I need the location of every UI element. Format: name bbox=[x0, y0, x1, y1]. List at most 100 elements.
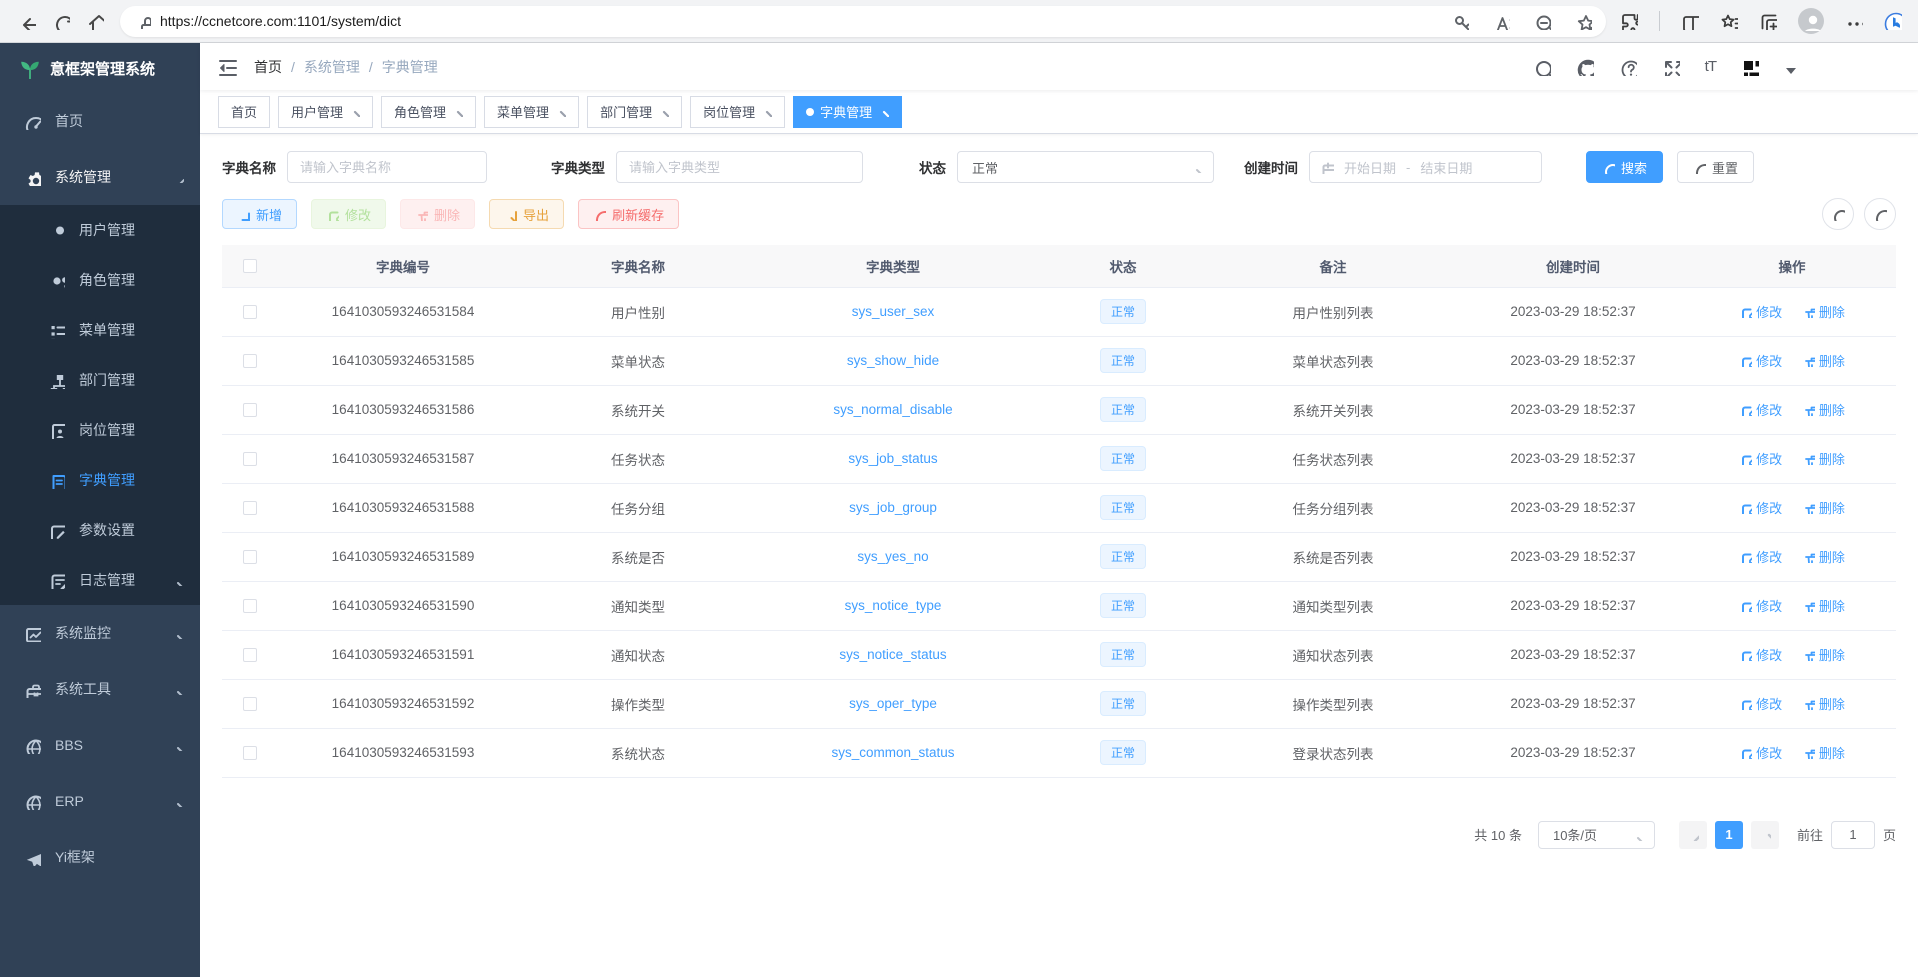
dict-type-link[interactable]: sys_job_status bbox=[848, 451, 937, 466]
prev-page-button[interactable] bbox=[1679, 821, 1707, 849]
tab-role-mgmt[interactable]: 角色管理 bbox=[381, 96, 476, 128]
dict-type-link[interactable]: sys_job_group bbox=[849, 500, 937, 515]
sidebar-item-system-mgmt[interactable]: 系统管理 bbox=[0, 149, 200, 205]
row-delete-link[interactable]: 删除 bbox=[1802, 547, 1845, 566]
github-icon[interactable] bbox=[1576, 58, 1594, 76]
sidebar-item-log-mgmt[interactable]: 日志管理 bbox=[0, 555, 200, 605]
dict-type-link[interactable]: sys_common_status bbox=[831, 745, 954, 760]
delete-button-disabled[interactable]: 删除 bbox=[400, 199, 475, 229]
row-checkbox[interactable] bbox=[243, 599, 257, 613]
edit-button-disabled[interactable]: 修改 bbox=[311, 199, 386, 229]
browser-refresh-button[interactable] bbox=[44, 4, 78, 38]
bing-chat-icon[interactable] bbox=[1884, 12, 1902, 30]
avatar-caret-down-icon[interactable] bbox=[1786, 68, 1796, 74]
browser-home-button[interactable] bbox=[78, 4, 112, 38]
font-size-icon[interactable]: tT bbox=[1705, 58, 1716, 75]
user-avatar-logo[interactable] bbox=[1741, 58, 1759, 76]
row-delete-link[interactable]: 删除 bbox=[1802, 645, 1845, 664]
browser-menu-ellipsis-icon[interactable] bbox=[1845, 12, 1863, 30]
row-checkbox[interactable] bbox=[243, 403, 257, 417]
row-edit-link[interactable]: 修改 bbox=[1739, 547, 1782, 566]
row-checkbox[interactable] bbox=[243, 501, 257, 515]
zoom-out-icon[interactable] bbox=[1534, 13, 1551, 30]
row-delete-link[interactable]: 删除 bbox=[1802, 694, 1845, 713]
row-delete-link[interactable]: 删除 bbox=[1802, 743, 1845, 762]
sidebar-item-user-mgmt[interactable]: 用户管理 bbox=[0, 205, 200, 255]
dict-type-link[interactable]: sys_yes_no bbox=[857, 549, 928, 564]
sidebar-item-home[interactable]: 首页 bbox=[0, 93, 200, 149]
goto-page-input[interactable] bbox=[1831, 821, 1875, 849]
sidebar-item-system-tools[interactable]: 系统工具 bbox=[0, 661, 200, 717]
help-icon[interactable] bbox=[1619, 58, 1637, 76]
row-edit-link[interactable]: 修改 bbox=[1739, 449, 1782, 468]
address-bar[interactable]: https://ccnetcore.com:1101/system/dict bbox=[120, 6, 1606, 37]
row-edit-link[interactable]: 修改 bbox=[1739, 498, 1782, 517]
row-edit-link[interactable]: 修改 bbox=[1739, 743, 1782, 762]
fullscreen-icon[interactable] bbox=[1662, 58, 1680, 76]
row-checkbox[interactable] bbox=[243, 746, 257, 760]
row-checkbox[interactable] bbox=[243, 550, 257, 564]
row-checkbox[interactable] bbox=[243, 354, 257, 368]
sidebar-item-dict-mgmt[interactable]: 字典管理 bbox=[0, 455, 200, 505]
refresh-table-button[interactable] bbox=[1864, 198, 1896, 230]
dict-type-link[interactable]: sys_oper_type bbox=[849, 696, 937, 711]
row-edit-link[interactable]: 修改 bbox=[1739, 302, 1782, 321]
dict-type-link[interactable]: sys_user_sex bbox=[852, 304, 935, 319]
sidebar-item-yi-framework[interactable]: Yi框架 bbox=[0, 829, 200, 885]
tab-user-mgmt[interactable]: 用户管理 bbox=[278, 96, 373, 128]
dict-name-input[interactable] bbox=[287, 151, 487, 183]
row-delete-link[interactable]: 删除 bbox=[1802, 302, 1845, 321]
row-delete-link[interactable]: 删除 bbox=[1802, 449, 1845, 468]
tab-menu-mgmt[interactable]: 菜单管理 bbox=[484, 96, 579, 128]
sidebar-item-role-mgmt[interactable]: 角色管理 bbox=[0, 255, 200, 305]
sidebar-collapse-icon[interactable] bbox=[216, 56, 238, 78]
sidebar-item-menu-mgmt[interactable]: 菜单管理 bbox=[0, 305, 200, 355]
header-search-icon[interactable] bbox=[1533, 58, 1551, 76]
search-button[interactable]: 搜索 bbox=[1586, 151, 1663, 183]
sidebar-item-param-settings[interactable]: 参数设置 bbox=[0, 505, 200, 555]
password-key-icon[interactable] bbox=[1452, 13, 1469, 30]
row-delete-link[interactable]: 删除 bbox=[1802, 400, 1845, 419]
row-checkbox[interactable] bbox=[243, 697, 257, 711]
row-delete-link[interactable]: 删除 bbox=[1802, 596, 1845, 615]
sidebar-item-dept-mgmt[interactable]: 部门管理 bbox=[0, 355, 200, 405]
extensions-icon[interactable] bbox=[1620, 12, 1638, 30]
select-all-checkbox[interactable] bbox=[243, 259, 257, 273]
row-edit-link[interactable]: 修改 bbox=[1739, 351, 1782, 370]
row-edit-link[interactable]: 修改 bbox=[1739, 645, 1782, 664]
tab-post-mgmt[interactable]: 岗位管理 bbox=[690, 96, 785, 128]
close-icon[interactable] bbox=[878, 106, 889, 117]
app-logo[interactable]: 意框架管理系统 bbox=[0, 43, 200, 93]
close-icon[interactable] bbox=[658, 106, 669, 117]
toggle-search-button[interactable] bbox=[1822, 198, 1854, 230]
collections-icon[interactable] bbox=[1759, 12, 1777, 30]
row-checkbox[interactable] bbox=[243, 305, 257, 319]
tab-dept-mgmt[interactable]: 部门管理 bbox=[587, 96, 682, 128]
dict-type-link[interactable]: sys_show_hide bbox=[847, 353, 939, 368]
export-button[interactable]: 导出 bbox=[489, 199, 564, 229]
row-delete-link[interactable]: 删除 bbox=[1802, 351, 1845, 370]
sidebar-item-system-monitor[interactable]: 系统监控 bbox=[0, 605, 200, 661]
url-text[interactable]: https://ccnetcore.com:1101/system/dict bbox=[160, 13, 401, 29]
breadcrumb-home[interactable]: 首页 bbox=[254, 57, 282, 77]
close-icon[interactable] bbox=[761, 106, 772, 117]
split-screen-icon[interactable] bbox=[1681, 12, 1699, 30]
sidebar-item-post-mgmt[interactable]: 岗位管理 bbox=[0, 405, 200, 455]
reset-button[interactable]: 重置 bbox=[1677, 151, 1754, 183]
add-button[interactable]: 新增 bbox=[222, 199, 297, 229]
sidebar-item-bbs[interactable]: BBS bbox=[0, 717, 200, 773]
page-size-select[interactable]: 10条/页 bbox=[1538, 821, 1655, 849]
page-number-1[interactable]: 1 bbox=[1715, 821, 1743, 849]
dict-type-link[interactable]: sys_notice_status bbox=[839, 647, 946, 662]
browser-back-button[interactable] bbox=[10, 4, 44, 38]
browser-profile-avatar[interactable] bbox=[1798, 8, 1824, 34]
row-edit-link[interactable]: 修改 bbox=[1739, 400, 1782, 419]
next-page-button[interactable] bbox=[1751, 821, 1779, 849]
tab-home[interactable]: 首页 bbox=[218, 96, 270, 128]
row-checkbox[interactable] bbox=[243, 648, 257, 662]
favorites-icon[interactable] bbox=[1720, 12, 1738, 30]
row-checkbox[interactable] bbox=[243, 452, 257, 466]
dict-type-link[interactable]: sys_normal_disable bbox=[833, 402, 952, 417]
refresh-cache-button[interactable]: 刷新缓存 bbox=[578, 199, 679, 229]
tab-dict-mgmt-active[interactable]: 字典管理 bbox=[793, 96, 902, 128]
